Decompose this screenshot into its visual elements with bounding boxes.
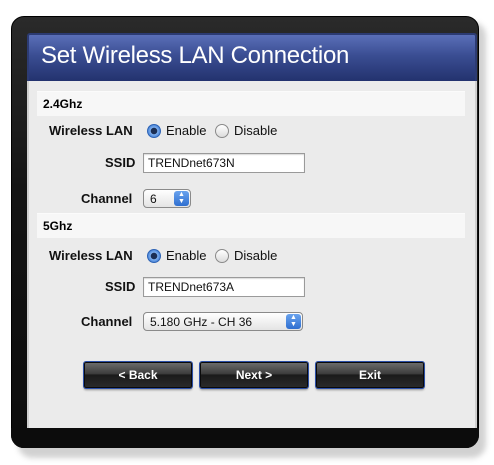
enable-radio-24ghz[interactable]	[147, 124, 161, 138]
wireless-lan-label-5ghz: Wireless LAN	[49, 248, 133, 263]
enable-radio-5ghz[interactable]	[147, 249, 161, 263]
disable-label-24ghz: Disable	[234, 123, 278, 138]
ssid-label-24ghz: SSID	[105, 155, 136, 170]
select-arrows-icon: ▲ ▼	[286, 314, 301, 329]
select-arrows-icon: ▲ ▼	[174, 191, 189, 206]
exit-button[interactable]: Exit	[316, 362, 424, 388]
channel-label-24ghz: Channel	[81, 191, 133, 206]
section-header-24ghz: 2.4Ghz	[37, 91, 465, 116]
disable-radio-5ghz[interactable]	[215, 249, 229, 263]
back-button[interactable]: < Back	[84, 362, 192, 388]
channel-select-24ghz[interactable]: 6 ▲ ▼	[143, 189, 191, 208]
channel-value-5ghz: 5.180 GHz - CH 36	[150, 315, 253, 329]
enable-label-24ghz: Enable	[166, 123, 207, 138]
disable-label-5ghz: Disable	[234, 248, 278, 263]
ssid-label-5ghz: SSID	[105, 279, 136, 294]
ssid-input-5ghz[interactable]	[143, 277, 305, 297]
disable-radio-24ghz[interactable]	[215, 124, 229, 138]
wireless-lan-label-24ghz: Wireless LAN	[49, 123, 133, 138]
channel-value-24ghz: 6	[150, 192, 157, 206]
enable-label-5ghz: Enable	[166, 248, 207, 263]
channel-select-5ghz[interactable]: 5.180 GHz - CH 36 ▲ ▼	[143, 312, 303, 331]
page-title: Set Wireless LAN Connection	[41, 42, 350, 69]
ssid-input-24ghz[interactable]	[143, 153, 305, 173]
channel-label-5ghz: Channel	[81, 314, 133, 329]
next-button[interactable]: Next >	[200, 362, 308, 388]
wizard-footer	[11, 428, 479, 448]
section-header-5ghz: 5Ghz	[37, 213, 465, 238]
title-bar: Set Wireless LAN Connection	[27, 33, 477, 81]
